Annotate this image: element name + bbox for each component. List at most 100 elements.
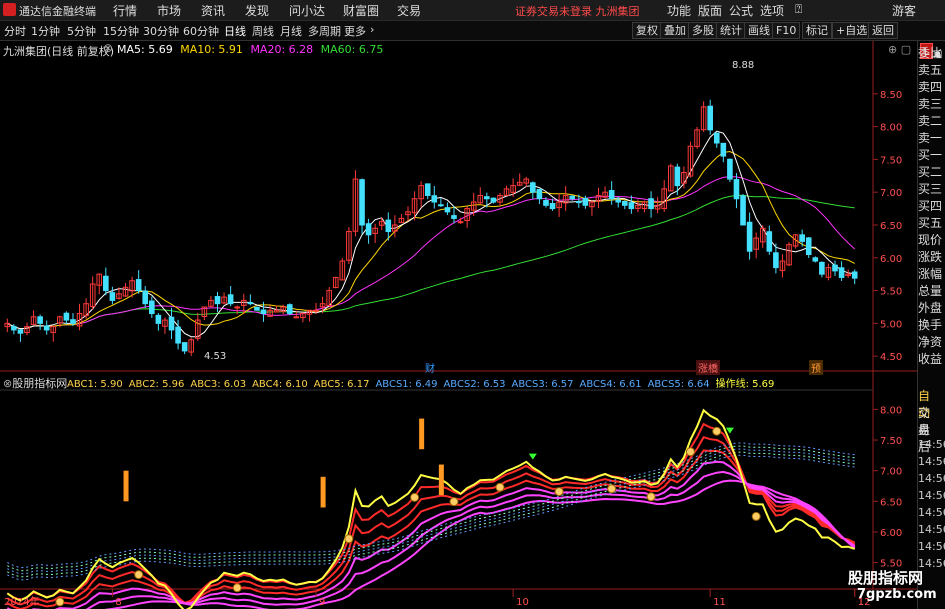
period-toolbar: 分时 1分钟 5分钟 15分钟 30分钟 60分钟 日线 周线 月线 多周期 更… [0, 21, 945, 41]
panel-time-label: 14:56 [918, 438, 945, 451]
candle-body [385, 219, 392, 233]
panel-field-label: 买五 [918, 216, 943, 230]
f10-button[interactable]: F10 [772, 22, 801, 39]
candle-body [490, 197, 497, 203]
money-bag-icon [685, 447, 695, 457]
panel-field-label: 净资 [918, 335, 943, 349]
candle-body [707, 105, 713, 131]
back-button[interactable]: 返回 [868, 22, 898, 39]
candle-body [851, 271, 858, 279]
indicator-legend-item: ABCS2: 6.53 [443, 379, 506, 390]
candle-body [720, 142, 727, 157]
guest-login[interactable]: 游客 [892, 2, 916, 19]
adjust-button[interactable]: 复权 [632, 22, 662, 39]
draw-button[interactable]: 画线 [744, 22, 774, 39]
menu-market[interactable]: 市场 [157, 2, 181, 19]
menu-discover[interactable]: 发现 [245, 2, 269, 19]
candle-body [142, 290, 149, 305]
indicator-title: ⊗股朋指标网 [3, 375, 67, 391]
period-60min[interactable]: 60分钟 [183, 23, 219, 39]
stats-button[interactable]: 统计 [716, 22, 746, 39]
ind-ytick-label: 6.50 [880, 497, 902, 508]
month-label: 9 [319, 597, 325, 608]
candle-body [713, 132, 720, 144]
mark-button[interactable]: 标记 [802, 22, 832, 39]
main-ytick-label: 4.50 [880, 352, 902, 363]
candle-body [536, 188, 543, 200]
panel-time-label: 14:56 [918, 489, 945, 502]
menu-quotes[interactable]: 行情 [113, 2, 137, 19]
candle-body [424, 183, 431, 196]
event-marker-finance[interactable]: 财 [425, 360, 435, 375]
event-marker-limit[interactable]: 涨橋 [696, 360, 720, 375]
candle-body [17, 329, 24, 334]
top-menu-bar: 通达信金融终端 行情 市场 资讯 发现 问小达 财富圈 交易 证券交易未登录 九… [0, 0, 945, 21]
menu-ask[interactable]: 问小达 [289, 2, 325, 19]
panel-time-label: 14:56 [918, 506, 945, 519]
candle-body [438, 204, 444, 207]
period-1min[interactable]: 1分钟 [31, 23, 60, 39]
period-30min[interactable]: 30分钟 [143, 23, 179, 39]
menu-function[interactable]: 功能 [667, 2, 691, 19]
main-ytick-label: 5.50 [880, 287, 902, 298]
candle-body [530, 182, 536, 193]
candle-body [247, 302, 254, 305]
money-bag-icon [607, 484, 617, 494]
money-bag-icon [751, 511, 761, 521]
month-label: 10 [516, 597, 529, 608]
indicator-gear-icon[interactable]: ⊗ [3, 377, 12, 390]
chart-area[interactable]: 8.50 8.00 7.50 7.00 6.50 6.00 5.50 5.00 4.50 8.00… [0, 41, 917, 609]
candle-body [615, 199, 622, 203]
period-5min[interactable]: 5分钟 [67, 23, 96, 39]
abcs-dashed-line [7, 448, 855, 575]
menu-layout[interactable]: 版面 [698, 2, 722, 19]
period-multi[interactable]: 多周期 [308, 23, 341, 39]
help-icon[interactable]: ⍰ [795, 2, 802, 17]
period-weekly[interactable]: 周线 [252, 23, 274, 39]
indicator-legend-item: ABCS1: 6.49 [375, 379, 438, 390]
menu-trade[interactable]: 交易 [397, 2, 421, 19]
candle-body [168, 316, 175, 331]
period-tick[interactable]: 分时 [4, 23, 26, 39]
watermark-url: 7gpzb.com [857, 587, 937, 602]
period-more[interactable]: 更多 [344, 23, 366, 39]
money-bag-icon [134, 570, 144, 580]
candle-body [582, 197, 589, 206]
ma-legend: MA5: 5.69 MA10: 5.91 MA20: 6.28 MA60: 6.… [117, 43, 387, 56]
candle-body [451, 215, 457, 219]
candle-body [444, 207, 451, 213]
menu-options[interactable]: 选项 [760, 2, 784, 19]
ind-ytick-label: 6.00 [880, 528, 902, 539]
main-ytick-label: 8.00 [880, 123, 902, 134]
stock-title: 九洲集团(日线 前复权) [3, 45, 115, 58]
candle-body [484, 196, 490, 200]
chart-menu-icons[interactable]: ⊕ ▢ [888, 43, 911, 56]
candle-body [727, 158, 733, 180]
multi-stock-button[interactable]: 多股 [688, 22, 718, 39]
more-chevron-icon[interactable]: › [370, 23, 374, 36]
menu-wealth[interactable]: 财富圈 [343, 2, 379, 19]
indicator-legend-item: ABC5: 6.17 [313, 379, 370, 390]
candle-body [43, 325, 50, 331]
menu-news[interactable]: 资讯 [201, 2, 225, 19]
period-daily[interactable]: 日线 [224, 23, 246, 39]
settings-gear-icon[interactable]: ⊗ [103, 41, 113, 55]
panel-field-label: 卖二 [918, 114, 943, 128]
month-label: 8 [115, 597, 121, 608]
event-marker-forecast[interactable]: 预 [809, 360, 823, 375]
period-15min[interactable]: 15分钟 [103, 23, 139, 39]
ma-legend-item: MA20: 6.28 [250, 43, 317, 56]
menu-formula[interactable]: 公式 [729, 2, 753, 19]
period-monthly[interactable]: 月线 [280, 23, 302, 39]
candle-body [293, 316, 300, 319]
candle-body [799, 234, 805, 242]
login-notice[interactable]: 证券交易未登录 九洲集团 [515, 3, 640, 19]
main-ytick-label: 7.50 [880, 155, 902, 166]
add-watchlist-button[interactable]: +自选 [832, 22, 872, 39]
abcs-dashed-line [7, 442, 855, 569]
main-ytick-label: 5.00 [880, 319, 902, 330]
panel-field-label: 涨跌 [918, 250, 943, 264]
candle-body [431, 195, 438, 203]
overlay-button[interactable]: 叠加 [660, 22, 690, 39]
panel-time-label: 14:56 [918, 472, 945, 485]
